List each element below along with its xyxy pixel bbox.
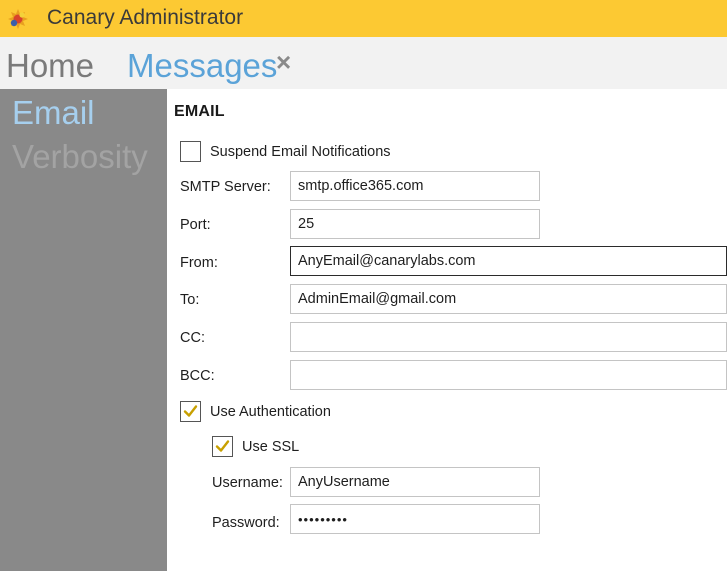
checkmark-icon <box>183 405 198 417</box>
password-label: Password: <box>212 515 280 531</box>
sidebar-item-email[interactable]: Email <box>12 94 95 132</box>
cc-input[interactable] <box>290 322 727 352</box>
tab-home[interactable]: Home <box>6 47 94 85</box>
use-ssl-label: Use SSL <box>242 439 300 455</box>
port-input[interactable] <box>290 209 540 239</box>
smtp-label: SMTP Server: <box>180 179 271 195</box>
cc-label: CC: <box>180 330 205 346</box>
tab-messages[interactable]: Messages <box>127 47 277 85</box>
canary-logo-icon <box>8 9 28 29</box>
use-authentication-label: Use Authentication <box>210 404 331 420</box>
bcc-input[interactable] <box>290 360 727 390</box>
username-label: Username: <box>212 475 283 491</box>
to-input[interactable] <box>290 284 727 314</box>
suspend-notifications-checkbox[interactable] <box>180 141 201 162</box>
password-input[interactable] <box>290 504 540 534</box>
checkmark-icon <box>215 440 230 452</box>
smtp-server-input[interactable] <box>290 171 540 201</box>
port-label: Port: <box>180 217 211 233</box>
close-icon[interactable]: × <box>276 49 298 75</box>
use-authentication-checkbox[interactable] <box>180 401 201 422</box>
section-title: EMAIL <box>174 103 225 120</box>
bcc-label: BCC: <box>180 368 215 384</box>
sidebar-item-verbosity[interactable]: Verbosity <box>12 138 148 176</box>
from-input[interactable] <box>290 246 727 276</box>
title-bar: Canary Administrator <box>0 0 727 37</box>
from-label: From: <box>180 255 218 271</box>
tab-bar: Home Messages × <box>0 37 727 89</box>
sidebar: Email Verbosity <box>0 89 167 571</box>
use-ssl-checkbox[interactable] <box>212 436 233 457</box>
to-label: To: <box>180 292 200 308</box>
suspend-notifications-label: Suspend Email Notifications <box>210 144 391 160</box>
app-title: Canary Administrator <box>47 6 244 29</box>
username-input[interactable] <box>290 467 540 497</box>
